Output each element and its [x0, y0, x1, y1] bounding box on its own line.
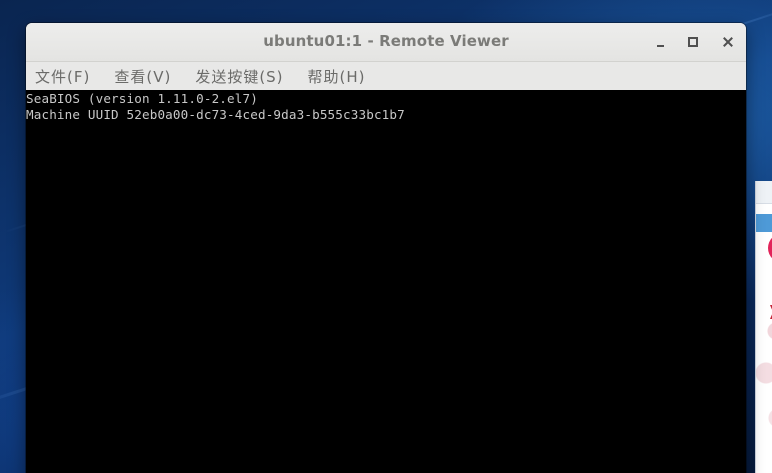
- minimize-button[interactable]: [650, 32, 670, 52]
- menu-view[interactable]: 查看(V): [114, 66, 171, 87]
- minimize-icon: [656, 44, 664, 47]
- menu-help[interactable]: 帮助(H): [308, 66, 366, 87]
- window-titlebar[interactable]: ubuntu01:1 - Remote Viewer: [26, 23, 746, 62]
- menu-bar: 文件(F) 查看(V) 发送按键(S) 帮助(H): [26, 62, 746, 91]
- maximize-button[interactable]: [683, 32, 703, 52]
- console-line-machine-uuid: Machine UUID 52eb0a00-dc73-4ced-9da3-b55…: [26, 107, 405, 122]
- maximize-icon: [688, 37, 698, 47]
- background-window-header: [756, 214, 772, 232]
- menu-file[interactable]: 文件(F): [35, 66, 90, 87]
- close-icon: [723, 37, 733, 47]
- logo-icon: [768, 233, 772, 263]
- background-window[interactable]: [755, 181, 772, 473]
- background-window-titlebar: [756, 181, 772, 204]
- console-line-bios-version: SeaBIOS (version 1.11.0-2.el7): [26, 91, 258, 106]
- window-title: ubuntu01:1 - Remote Viewer: [263, 32, 509, 50]
- decorative-pattern: [756, 313, 772, 463]
- close-button[interactable]: [718, 32, 738, 52]
- remote-display[interactable]: SeaBIOS (version 1.11.0-2.el7) Machine U…: [26, 90, 746, 473]
- remote-viewer-window: ubuntu01:1 - Remote Viewer 文件(F) 查看(V) 发…: [26, 23, 746, 473]
- menu-send-key[interactable]: 发送按键(S): [195, 66, 283, 87]
